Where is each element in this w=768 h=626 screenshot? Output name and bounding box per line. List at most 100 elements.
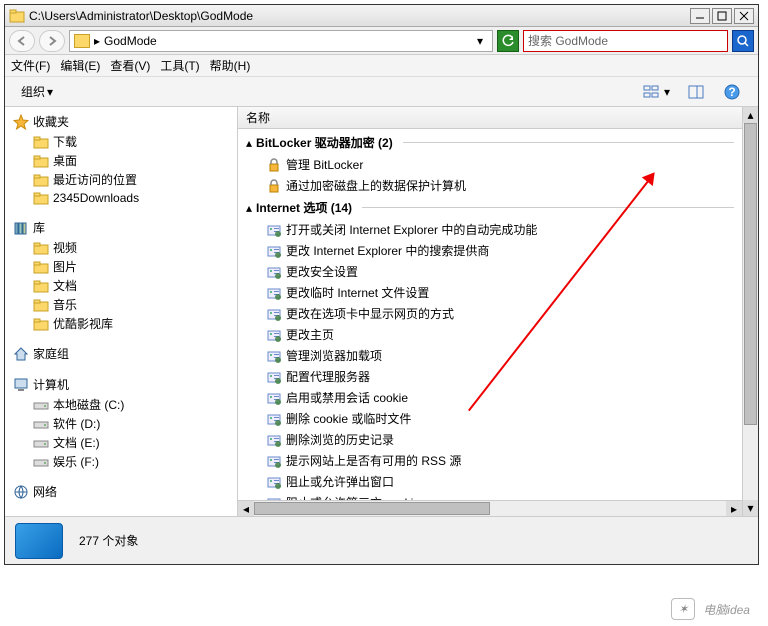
sidebar-item[interactable]: 桌面: [5, 151, 237, 170]
list-item[interactable]: 通过加密磁盘上的数据保护计算机: [244, 175, 736, 196]
folder-icon: [33, 259, 49, 275]
folder-icon: [33, 240, 49, 256]
item-icon: [266, 222, 282, 238]
status-text: 277 个对象: [79, 532, 138, 549]
view-mode-button[interactable]: ▾: [634, 81, 678, 103]
folder-icon: [13, 377, 29, 393]
list-item[interactable]: 删除浏览的历史记录: [244, 429, 736, 450]
sidebar-group-header[interactable]: 计算机: [5, 374, 237, 395]
sidebar-item[interactable]: 优酷影视库: [5, 314, 237, 333]
item-list: ▴ BitLocker 驱动器加密 (2)管理 BitLocker通过加密磁盘上…: [238, 129, 742, 500]
list-item[interactable]: 删除 cookie 或临时文件: [244, 408, 736, 429]
preview-pane-button[interactable]: [678, 81, 714, 103]
sidebar-item[interactable]: 下载: [5, 132, 237, 151]
item-icon: [266, 306, 282, 322]
list-item[interactable]: 启用或禁用会话 cookie: [244, 387, 736, 408]
watermark: ✶ 电脑idea: [671, 598, 750, 620]
navigation-sidebar: 收藏夹下载桌面最近访问的位置2345Downloads 库视频图片文档音乐优酷影视…: [5, 107, 238, 516]
refresh-button[interactable]: [497, 30, 519, 52]
sidebar-group-header[interactable]: 网络: [5, 481, 237, 502]
sidebar-item[interactable]: 本地磁盘 (C:): [5, 395, 237, 414]
folder-icon: [33, 190, 49, 206]
sidebar-item[interactable]: 最近访问的位置: [5, 170, 237, 189]
folder-icon: [74, 34, 90, 48]
list-item[interactable]: 阻止或允许第三方 cookie: [244, 492, 736, 500]
column-header[interactable]: 名称: [238, 107, 742, 129]
wechat-icon: ✶: [671, 598, 695, 620]
folder-icon: [13, 346, 29, 362]
menu-item[interactable]: 帮助(H): [210, 57, 251, 74]
horizontal-scrollbar[interactable]: ◂ ▸: [238, 500, 742, 516]
sidebar-item[interactable]: 软件 (D:): [5, 414, 237, 433]
item-icon: [266, 157, 282, 173]
status-icon: [15, 523, 63, 559]
item-icon: [266, 243, 282, 259]
main-panel: 名称 ▴ BitLocker 驱动器加密 (2)管理 BitLocker通过加密…: [238, 107, 758, 516]
sidebar-item[interactable]: 文档 (E:): [5, 433, 237, 452]
maximize-button[interactable]: [712, 8, 732, 24]
folder-icon: [33, 153, 49, 169]
sidebar-item[interactable]: 音乐: [5, 295, 237, 314]
category-header[interactable]: ▴ Internet 选项 (14): [244, 196, 736, 219]
sidebar-group-header[interactable]: 库: [5, 217, 237, 238]
titlebar: C:\Users\Administrator\Desktop\GodMode: [5, 5, 758, 27]
list-item[interactable]: 提示网站上是否有可用的 RSS 源: [244, 450, 736, 471]
list-item[interactable]: 阻止或允许弹出窗口: [244, 471, 736, 492]
sidebar-item[interactable]: 2345Downloads: [5, 189, 237, 207]
address-input[interactable]: ▸ GodMode ▾: [69, 30, 493, 52]
list-item[interactable]: 更改临时 Internet 文件设置: [244, 282, 736, 303]
list-item[interactable]: 更改安全设置: [244, 261, 736, 282]
folder-icon: [13, 220, 29, 236]
svg-text:?: ?: [728, 85, 735, 99]
list-item[interactable]: 更改 Internet Explorer 中的搜索提供商: [244, 240, 736, 261]
statusbar: 277 个对象: [5, 516, 758, 564]
search-input[interactable]: 搜索 GodMode: [523, 30, 728, 52]
menu-item[interactable]: 工具(T): [160, 57, 199, 74]
explorer-window: C:\Users\Administrator\Desktop\GodMode ▸…: [4, 4, 759, 565]
list-item[interactable]: 管理浏览器加载项: [244, 345, 736, 366]
list-item[interactable]: 更改主页: [244, 324, 736, 345]
sidebar-item[interactable]: 文档: [5, 276, 237, 295]
list-item[interactable]: 配置代理服务器: [244, 366, 736, 387]
vertical-scrollbar[interactable]: ▴ ▾: [742, 107, 758, 516]
search-button[interactable]: [732, 30, 754, 52]
breadcrumb-sep: ▸: [94, 34, 100, 48]
menu-item[interactable]: 查看(V): [110, 57, 150, 74]
sidebar-item[interactable]: 视频: [5, 238, 237, 257]
back-button[interactable]: [9, 30, 35, 52]
sidebar-group-header[interactable]: 收藏夹: [5, 111, 237, 132]
address-dropdown-icon[interactable]: ▾: [472, 34, 488, 48]
organize-button[interactable]: 组织 ▾: [13, 80, 61, 103]
folder-icon: [33, 134, 49, 150]
folder-icon: [33, 435, 49, 451]
item-icon: [266, 432, 282, 448]
item-icon: [266, 348, 282, 364]
help-button[interactable]: ?: [714, 81, 750, 103]
close-button[interactable]: [734, 8, 754, 24]
list-item[interactable]: 管理 BitLocker: [244, 154, 736, 175]
category-header[interactable]: ▴ BitLocker 驱动器加密 (2): [244, 131, 736, 154]
breadcrumb-path: GodMode: [104, 34, 157, 48]
item-icon: [266, 390, 282, 406]
chevron-down-icon: ▾: [47, 85, 53, 99]
item-icon: [266, 327, 282, 343]
folder-icon: [33, 454, 49, 470]
folder-icon: [33, 397, 49, 413]
item-icon: [266, 178, 282, 194]
minimize-button[interactable]: [690, 8, 710, 24]
folder-icon: [9, 8, 25, 24]
list-item[interactable]: 更改在选项卡中显示网页的方式: [244, 303, 736, 324]
folder-icon: [33, 172, 49, 188]
collapse-icon: ▴: [246, 201, 252, 215]
content-pane: 收藏夹下载桌面最近访问的位置2345Downloads 库视频图片文档音乐优酷影视…: [5, 107, 758, 516]
sidebar-group-header[interactable]: 家庭组: [5, 343, 237, 364]
sidebar-item[interactable]: 图片: [5, 257, 237, 276]
forward-button[interactable]: [39, 30, 65, 52]
sidebar-item[interactable]: 娱乐 (F:): [5, 452, 237, 471]
folder-icon: [33, 278, 49, 294]
menu-item[interactable]: 编辑(E): [60, 57, 100, 74]
item-icon: [266, 453, 282, 469]
list-item[interactable]: 打开或关闭 Internet Explorer 中的自动完成功能: [244, 219, 736, 240]
menu-item[interactable]: 文件(F): [11, 57, 50, 74]
item-icon: [266, 264, 282, 280]
